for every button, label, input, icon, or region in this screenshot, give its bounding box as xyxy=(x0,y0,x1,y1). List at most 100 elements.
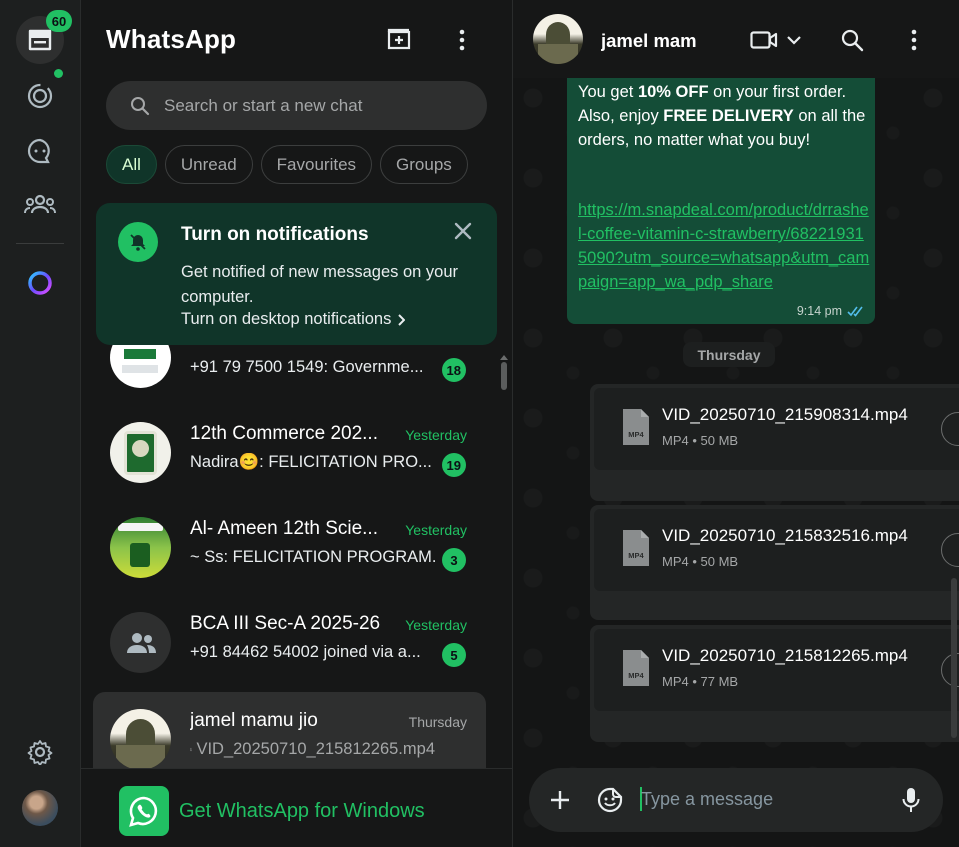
filter-unread[interactable]: Unread xyxy=(164,145,253,184)
message-input[interactable]: Type a message xyxy=(641,789,773,810)
conversation-panel: You get 10% OFF on your first order. Als… xyxy=(513,0,959,847)
settings-button[interactable] xyxy=(16,728,64,776)
group-icon xyxy=(126,632,156,653)
unread-count-badge: 3 xyxy=(442,548,466,572)
profile-avatar[interactable] xyxy=(22,790,58,826)
chat-last-message: +91 79 7500 1549: Governme... xyxy=(190,358,424,376)
file-meta: MP4 • 50 MB xyxy=(662,554,739,569)
notifications-body: Get notified of new messages on your com… xyxy=(181,263,458,306)
chat-menu-button[interactable] xyxy=(905,24,923,56)
file-card[interactable]: MP4 VID_20250710_215812265.mp4 MP4 • 77 … xyxy=(594,629,959,711)
whatsapp-window: 60 WhatsApp Search or start a new chat A… xyxy=(0,0,959,847)
file-name: VID_20250710_215832516.mp4 xyxy=(662,526,908,545)
chat-time: Yesterday xyxy=(405,522,467,538)
file-message[interactable]: MP4 VID_20250710_215812265.mp4 MP4 • 77 … xyxy=(590,625,959,742)
chat-list-panel: WhatsApp Search or start a new chat All … xyxy=(81,0,513,847)
download-button[interactable] xyxy=(941,412,959,446)
search-icon xyxy=(131,97,150,116)
chat-avatar xyxy=(110,345,171,388)
chat-row-al-ameen[interactable]: Al- Ameen 12th Scie... Yesterday ~ Ss: F… xyxy=(93,500,486,595)
sticker-button[interactable] xyxy=(594,784,626,816)
chat-row-jamel-mamu[interactable]: jamel mamu jio Thursday VID_20250710_215… xyxy=(93,692,486,768)
communities-icon xyxy=(24,194,56,214)
filter-favourites[interactable]: Favourites xyxy=(260,145,373,184)
document-icon xyxy=(190,748,193,751)
close-banner-button[interactable] xyxy=(452,220,474,242)
chat-time: Thursday xyxy=(408,714,467,730)
video-file-icon: MP4 xyxy=(623,409,649,445)
channels-button[interactable] xyxy=(16,127,64,175)
message-link[interactable]: https://m.snapdeal.com/product/drrashel-… xyxy=(578,198,870,294)
video-file-icon: MP4 xyxy=(623,530,649,566)
outgoing-message-bubble[interactable]: You get 10% OFF on your first order. Als… xyxy=(567,60,875,324)
get-whatsapp-label: Get WhatsApp for Windows xyxy=(179,800,425,822)
video-file-icon: MP4 xyxy=(623,650,649,686)
file-message[interactable]: MP4 VID_20250710_215908314.mp4 MP4 • 50 … xyxy=(590,384,959,501)
close-icon xyxy=(454,222,472,240)
chat-name: Al- Ameen 12th Scie... xyxy=(190,518,378,539)
double-check-icon xyxy=(847,306,863,317)
svg-text:MP4: MP4 xyxy=(628,671,644,680)
navigation-rail: 60 xyxy=(0,0,81,847)
chat-last-message: ~ Ss: FELICITATION PROGRAM... xyxy=(190,548,435,566)
more-vertical-icon xyxy=(459,29,465,51)
download-button[interactable] xyxy=(941,533,959,567)
status-button[interactable] xyxy=(16,72,64,120)
scroll-up-arrow[interactable] xyxy=(500,355,508,360)
message-text: You get 10% OFF on your first order. Als… xyxy=(578,83,866,149)
new-chat-button[interactable] xyxy=(383,24,415,56)
meta-ai-button[interactable] xyxy=(16,259,64,307)
meta-ai-icon xyxy=(28,271,52,295)
conversation-scrollbar[interactable] xyxy=(951,578,957,738)
communities-button[interactable] xyxy=(16,181,64,229)
svg-text:MP4: MP4 xyxy=(628,430,644,439)
search-input[interactable]: Search or start a new chat xyxy=(106,81,487,130)
day-separator: Thursday xyxy=(683,342,775,367)
status-new-dot xyxy=(54,69,63,78)
more-vertical-icon xyxy=(911,29,917,51)
chevron-down-icon xyxy=(787,36,801,45)
message-time: 9:14 pm xyxy=(796,304,842,318)
chat-avatar xyxy=(110,422,171,483)
chat-avatar xyxy=(110,612,171,673)
file-message[interactable]: MP4 VID_20250710_215832516.mp4 MP4 • 50 … xyxy=(590,505,959,620)
chat-row-bca[interactable]: BCA III Sec-A 2025-26 Yesterday +91 8446… xyxy=(93,595,486,690)
contact-name[interactable]: jamel mam xyxy=(601,30,699,52)
message-meta: 9:14 pm xyxy=(797,304,865,318)
bell-off-icon xyxy=(118,222,158,262)
unread-count-badge: 5 xyxy=(442,643,466,667)
chat-time: Yesterday xyxy=(405,617,467,633)
status-icon xyxy=(27,83,53,109)
chat-list-scrollbar[interactable] xyxy=(501,362,507,390)
chat-row-microsoft-group[interactable]: +91 79 7500 1549: Governme... 18 xyxy=(93,345,486,405)
settings-icon xyxy=(27,740,53,765)
chat-name: jamel mamu jio xyxy=(190,710,318,731)
voice-message-button[interactable] xyxy=(895,784,927,816)
file-card[interactable]: MP4 VID_20250710_215832516.mp4 MP4 • 50 … xyxy=(594,509,959,591)
contact-avatar[interactable] xyxy=(533,14,583,64)
search-chat-button[interactable] xyxy=(837,24,867,56)
file-meta: MP4 • 77 MB xyxy=(662,674,739,689)
file-card[interactable]: MP4 VID_20250710_215908314.mp4 MP4 • 50 … xyxy=(594,388,959,470)
get-whatsapp-banner[interactable]: Get WhatsApp for Windows xyxy=(81,768,512,847)
app-title: WhatsApp xyxy=(106,24,237,54)
unread-count-badge: 19 xyxy=(441,453,466,477)
chat-avatar xyxy=(110,709,171,768)
video-call-button[interactable] xyxy=(748,24,804,56)
file-meta: MP4 • 50 MB xyxy=(662,433,739,448)
search-placeholder: Search or start a new chat xyxy=(164,96,363,115)
filter-all[interactable]: All xyxy=(106,145,157,184)
menu-button[interactable] xyxy=(446,24,478,56)
chat-row-12th-commerce[interactable]: 12th Commerce 202... Yesterday Nadira😊: … xyxy=(93,405,486,500)
desktop-notifications-link[interactable]: Turn on desktop notifications xyxy=(181,310,406,329)
chat-avatar xyxy=(110,517,171,578)
file-name: VID_20250710_215908314.mp4 xyxy=(662,405,908,424)
search-icon xyxy=(841,29,864,52)
plus-icon xyxy=(551,791,569,809)
whatsapp-logo-icon xyxy=(119,786,169,836)
chevron-right-icon xyxy=(398,313,406,326)
filter-groups[interactable]: Groups xyxy=(380,145,468,184)
desktop-notifications-label: Turn on desktop notifications xyxy=(181,310,392,328)
attach-button[interactable] xyxy=(544,784,576,816)
chat-last-message-row: VID_20250710_215812265.mp4 xyxy=(190,740,435,759)
